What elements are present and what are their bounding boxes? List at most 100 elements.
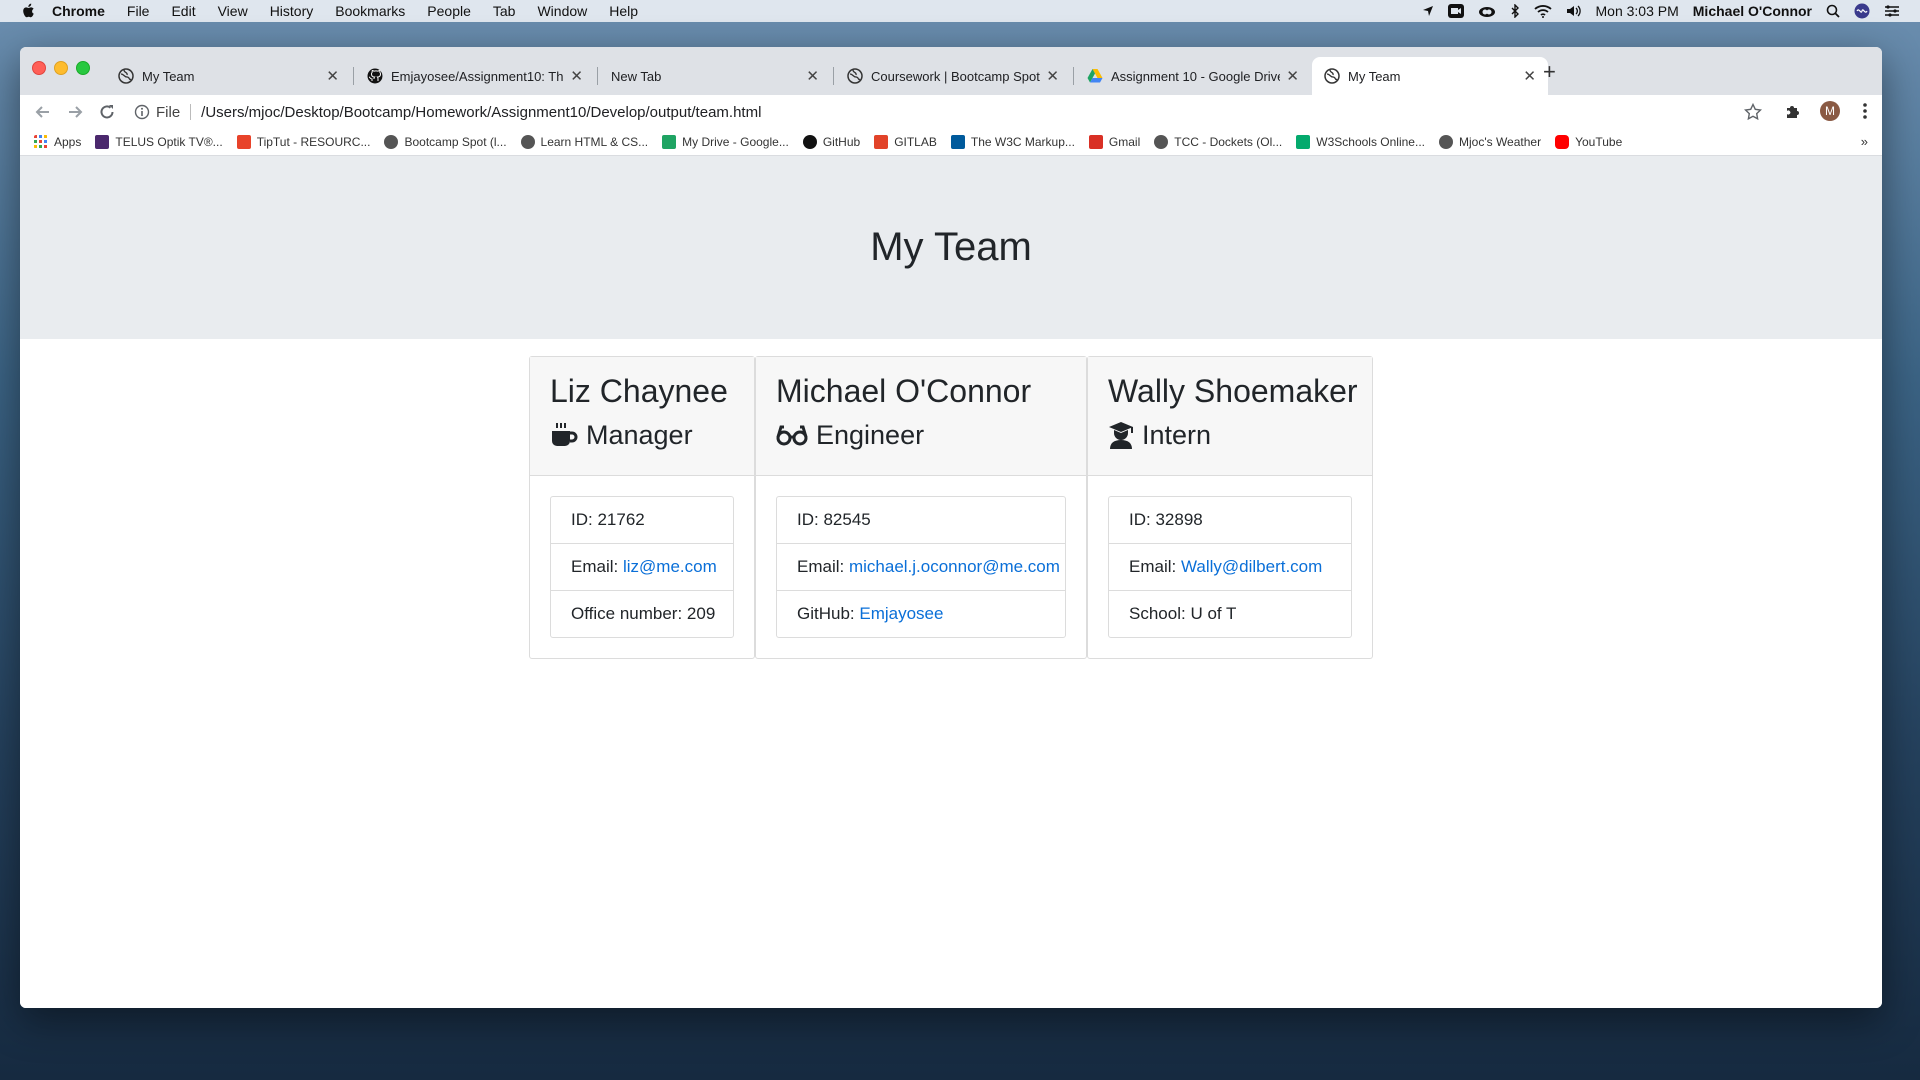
control-center-icon[interactable]: [1884, 5, 1900, 17]
email-label: Email:: [1129, 557, 1177, 576]
tab-google-drive[interactable]: Assignment 10 - Google Drive ✕: [1075, 57, 1311, 95]
school-label: School:: [1129, 604, 1186, 623]
info-icon[interactable]: [134, 104, 150, 120]
tab-my-team-1[interactable]: My Team ✕: [106, 57, 351, 95]
team-cards: Liz Chaynee Manager ID: 21762 Email: liz…: [20, 356, 1882, 659]
omnibox-divider: [190, 104, 192, 120]
bookmark-mjocs-weather[interactable]: Mjoc's Weather: [1438, 135, 1541, 149]
window-minimize-button[interactable]: [54, 61, 68, 75]
menu-bookmarks[interactable]: Bookmarks: [335, 3, 405, 19]
more-options-icon[interactable]: [1862, 102, 1868, 120]
gmail-icon: [1088, 135, 1103, 149]
bookmark-label: TELUS Optik TV®...: [115, 135, 223, 149]
employee-id: ID: 21762: [551, 497, 733, 544]
apple-icon[interactable]: [20, 3, 38, 19]
globe-icon: [1154, 135, 1169, 149]
office-number-label: Office number:: [571, 604, 683, 623]
menu-help[interactable]: Help: [609, 3, 638, 19]
menu-tab[interactable]: Tab: [493, 3, 516, 19]
employee-details-list: ID: 82545 Email: michael.j.oconnor@me.co…: [776, 496, 1066, 638]
tab-close-icon[interactable]: ✕: [1523, 67, 1536, 85]
menu-people[interactable]: People: [427, 3, 471, 19]
menu-window[interactable]: Window: [537, 3, 587, 19]
tab-separator: [1073, 67, 1074, 85]
volume-icon[interactable]: [1566, 4, 1582, 18]
url-scheme-label: File: [156, 103, 181, 121]
email-link[interactable]: michael.j.oconnor@me.com: [849, 557, 1060, 576]
id-value: 82545: [823, 510, 871, 529]
bookmark-github[interactable]: GitHub: [802, 135, 860, 149]
bookmark-apps[interactable]: Apps: [34, 135, 81, 149]
bookmark-w3schools[interactable]: W3Schools Online...: [1296, 135, 1425, 149]
bookmark-star-icon[interactable]: [1744, 103, 1762, 121]
bookmark-w3c-markup[interactable]: The W3C Markup...: [950, 135, 1075, 149]
bluetooth-icon[interactable]: [1510, 4, 1520, 18]
menu-app-chrome[interactable]: Chrome: [52, 3, 105, 19]
browser-window: My Team ✕ Emjayosee/Assignment10: This ✕…: [20, 47, 1882, 1008]
bookmarks-overflow-chevron-icon[interactable]: »: [1861, 134, 1868, 149]
tab-new-tab[interactable]: New Tab ✕: [599, 57, 831, 95]
employee-details-list: ID: 21762 Email: liz@me.com Office numbe…: [550, 496, 734, 638]
tab-close-icon[interactable]: ✕: [1286, 67, 1299, 85]
bookmark-youtube[interactable]: YouTube: [1555, 135, 1622, 149]
menubar-clock[interactable]: Mon 3:03 PM: [1596, 3, 1679, 19]
tab-close-icon[interactable]: ✕: [1046, 67, 1059, 85]
location-arrow-icon[interactable]: [1422, 5, 1434, 17]
zoom-icon[interactable]: [1447, 4, 1464, 18]
bookmarks-bar: Apps TELUS Optik TV®... TipTut - RESOURC…: [20, 129, 1882, 156]
tab-close-icon[interactable]: ✕: [806, 67, 819, 85]
menubar-user[interactable]: Michael O'Connor: [1693, 3, 1812, 19]
tab-separator: [353, 67, 354, 85]
spotlight-search-icon[interactable]: [1826, 4, 1840, 18]
drive-icon: [662, 135, 677, 149]
email-link[interactable]: liz@me.com: [623, 557, 717, 576]
forward-arrow-icon[interactable]: [66, 103, 84, 121]
tab-close-icon[interactable]: ✕: [570, 67, 583, 85]
tab-separator: [597, 67, 598, 85]
profile-avatar[interactable]: M: [1820, 101, 1840, 121]
card-header: Wally Shoemaker Intern: [1088, 357, 1372, 476]
menu-history[interactable]: History: [270, 3, 314, 19]
bookmark-label: TCC - Dockets (Ol...: [1174, 135, 1283, 149]
address-bar[interactable]: File /Users/mjoc/Desktop/Bootcamp/Homewo…: [134, 98, 1800, 126]
url-text[interactable]: /Users/mjoc/Desktop/Bootcamp/Homework/As…: [201, 104, 761, 121]
bookmark-telus[interactable]: TELUS Optik TV®...: [95, 135, 223, 149]
bookmark-learn-html[interactable]: Learn HTML & CS...: [520, 135, 648, 149]
creative-cloud-icon[interactable]: [1478, 4, 1496, 18]
new-tab-button[interactable]: +: [1543, 59, 1556, 85]
bookmark-bootcamp-spot[interactable]: Bootcamp Spot (l...: [384, 135, 507, 149]
card-header: Michael O'Connor Engineer: [756, 357, 1086, 476]
tab-github-assignment10[interactable]: Emjayosee/Assignment10: This ✕: [355, 57, 595, 95]
bookmark-label: YouTube: [1575, 135, 1623, 149]
bookmark-my-drive[interactable]: My Drive - Google...: [662, 135, 789, 149]
email-link[interactable]: Wally@dilbert.com: [1181, 557, 1322, 576]
tab-title: New Tab: [611, 68, 662, 84]
tab-coursework-bootcamp-spot[interactable]: Coursework | Bootcamp Spot ✕: [835, 57, 1071, 95]
tab-title: My Team: [1348, 68, 1401, 84]
macos-menu-bar: Chrome File Edit View History Bookmarks …: [0, 0, 1920, 22]
mug-icon: [552, 423, 578, 446]
employee-card-manager: Liz Chaynee Manager ID: 21762 Email: liz…: [529, 356, 755, 659]
tab-close-icon[interactable]: ✕: [326, 67, 339, 85]
menu-file[interactable]: File: [127, 3, 150, 19]
bookmark-gmail[interactable]: Gmail: [1088, 135, 1140, 149]
window-fullscreen-button[interactable]: [76, 61, 90, 75]
bookmark-tcc-dockets[interactable]: TCC - Dockets (Ol...: [1154, 135, 1282, 149]
employee-role: Intern: [1108, 413, 1352, 457]
wifi-icon[interactable]: [1533, 4, 1552, 18]
telus-icon: [95, 135, 110, 149]
bookmark-gitlab[interactable]: GITLAB: [874, 135, 937, 149]
siri-icon[interactable]: [1854, 3, 1870, 19]
window-close-button[interactable]: [32, 61, 46, 75]
back-arrow-icon[interactable]: [34, 103, 52, 121]
tab-my-team-active[interactable]: My Team ✕: [1312, 57, 1548, 95]
menu-view[interactable]: View: [218, 3, 248, 19]
reload-icon[interactable]: [98, 103, 116, 121]
github-icon: [367, 68, 383, 84]
github-link[interactable]: Emjayosee: [859, 604, 943, 623]
menu-edit[interactable]: Edit: [171, 3, 195, 19]
employee-name: Liz Chaynee: [550, 373, 728, 409]
employee-role: Manager: [550, 413, 734, 457]
extensions-puzzle-icon[interactable]: [1784, 103, 1802, 121]
bookmark-tiptut[interactable]: TipTut - RESOURC...: [236, 135, 370, 149]
